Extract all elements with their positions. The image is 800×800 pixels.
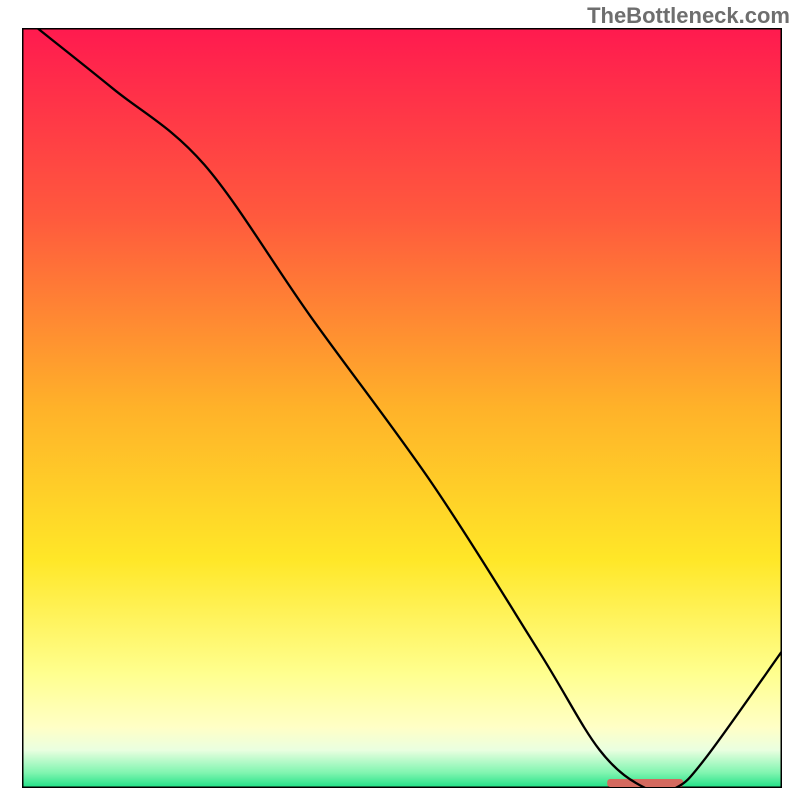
chart-background <box>22 28 782 788</box>
chart-svg <box>22 28 782 788</box>
chart-area <box>22 28 782 788</box>
optimal-marker-band <box>607 779 683 787</box>
watermark-text: TheBottleneck.com <box>587 3 790 29</box>
